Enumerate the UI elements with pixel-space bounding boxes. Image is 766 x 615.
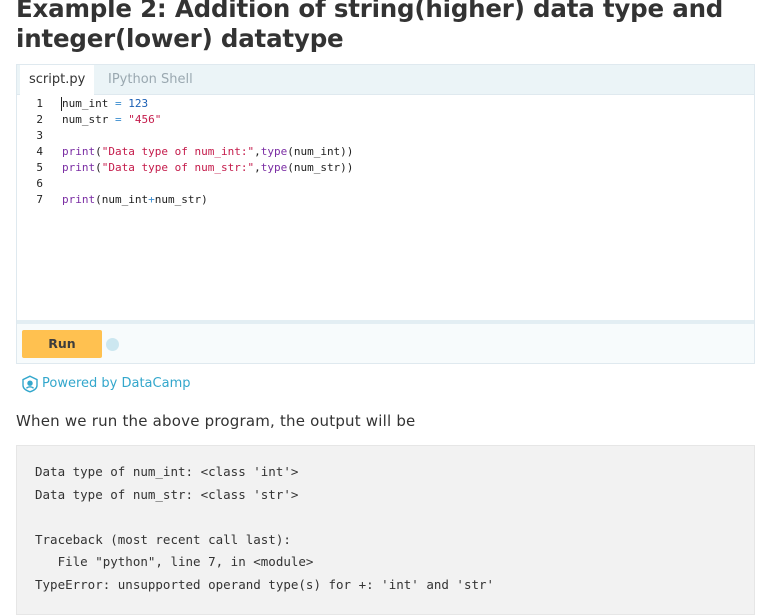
code-line[interactable]: 5 print("Data type of num_str:",type(num_…: [17, 160, 754, 176]
editor-tab-bar: script.py IPython Shell: [17, 65, 754, 95]
datacamp-logo-icon: [22, 375, 38, 393]
line-number: 3: [36, 129, 43, 142]
output-line: Data type of num_str: <class 'str'>: [35, 486, 299, 502]
line-number: 5: [36, 161, 43, 174]
tab-script-py[interactable]: script.py: [20, 65, 95, 95]
editor-footer: Run: [17, 324, 754, 363]
page-heading: Example 2: Addition of string(higher) da…: [16, 0, 724, 53]
datacamp-code-widget: script.py IPython Shell 1 num_int = 123 2 n…: [16, 64, 755, 364]
code-text[interactable]: print("Data type of num_int:",type(num_i…: [62, 144, 353, 160]
line-number: 4: [36, 145, 43, 158]
powered-by-text: Powered by DataCamp: [42, 376, 191, 391]
code-text[interactable]: print("Data type of num_str:",type(num_s…: [62, 160, 353, 176]
code-editor[interactable]: 1 num_int = 123 2 num_str = "456" 3 4 print("D…: [17, 95, 754, 320]
program-output-block: Data type of num_int: <class 'int'> Data …: [16, 445, 755, 615]
code-line[interactable]: 1 num_int = 123: [17, 96, 754, 112]
text-caret: [61, 97, 62, 111]
line-number: 6: [36, 177, 43, 190]
code-text[interactable]: num_str = "456": [62, 112, 161, 128]
code-line[interactable]: 2 num_str = "456": [17, 112, 754, 128]
output-line: TypeError: unsupported operand type(s) f…: [35, 577, 495, 592]
line-number: 1: [36, 97, 43, 110]
code-line[interactable]: 4 print("Data type of num_int:",type(num_…: [17, 144, 754, 160]
output-line: Data type of num_int: <class 'int'>: [35, 464, 299, 479]
code-line[interactable]: 7 print(num_int+num_str): [17, 192, 754, 208]
code-line[interactable]: 3: [17, 128, 754, 144]
status-indicator: [106, 338, 119, 351]
output-line: Traceback (most recent call last):: [35, 531, 291, 547]
output-intro-text: When we run the above program, the outpu…: [16, 412, 416, 430]
code-text[interactable]: print(num_int+num_str): [62, 192, 208, 208]
run-button[interactable]: Run: [22, 330, 102, 358]
line-number: 2: [36, 113, 43, 126]
line-number: 7: [36, 193, 43, 206]
tab-ipython-shell[interactable]: IPython Shell: [99, 65, 202, 95]
code-text[interactable]: num_int = 123: [62, 96, 148, 112]
code-line[interactable]: 6: [17, 176, 754, 192]
output-line: File "python", line 7, in <module>: [35, 554, 314, 570]
